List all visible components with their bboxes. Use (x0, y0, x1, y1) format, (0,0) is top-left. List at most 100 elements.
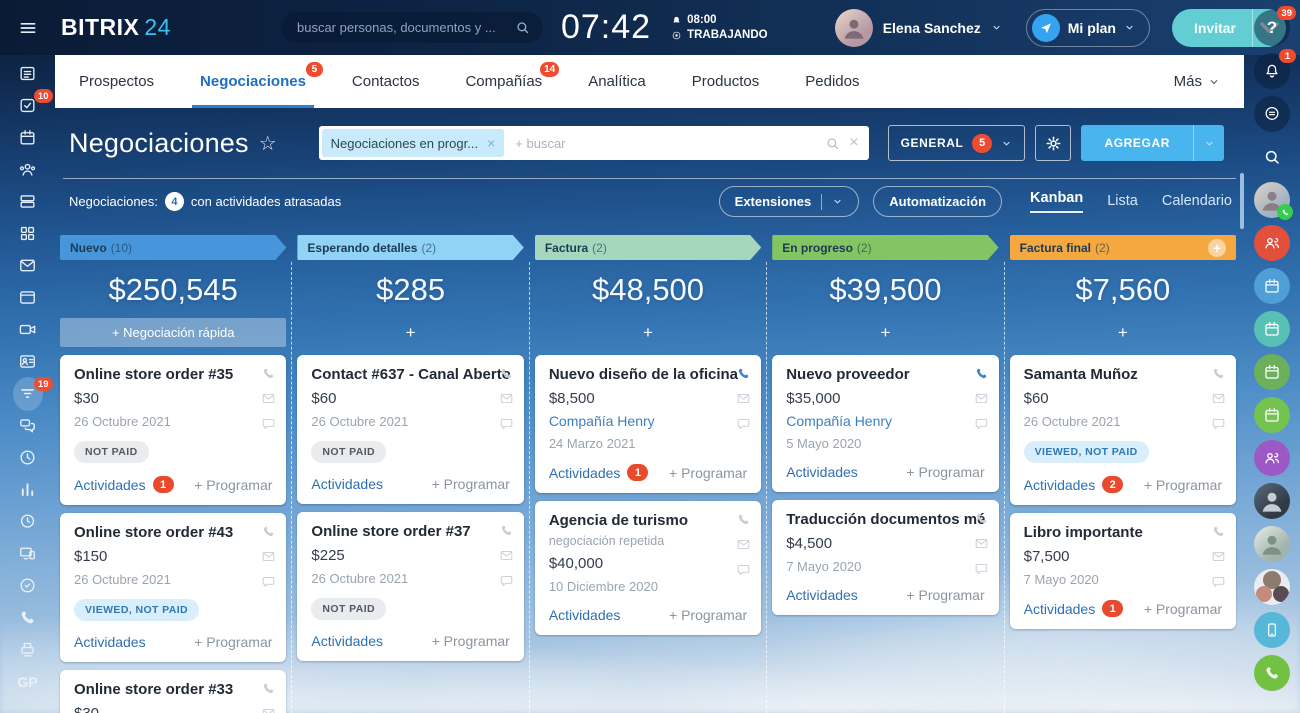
tab-mas[interactable]: Más (1174, 55, 1220, 108)
phone-icon[interactable] (974, 366, 989, 381)
sidebar-item-goals[interactable] (13, 576, 43, 595)
view-kanban[interactable]: Kanban (1030, 190, 1083, 213)
chat-bubble-icon[interactable] (261, 416, 276, 431)
filter-search-box[interactable]: Negociaciones en progr... × × (319, 126, 869, 160)
sidebar-item-worktime[interactable] (13, 512, 43, 531)
rightbar-item-calendar[interactable] (1254, 397, 1290, 433)
add-card-button[interactable]: + (772, 318, 998, 347)
envelope-icon[interactable] (736, 391, 751, 406)
schedule-link[interactable]: + Programar (194, 477, 272, 493)
add-card-button[interactable]: + (535, 318, 761, 347)
deal-card[interactable]: Online store order #43$15026 Octubre 202… (60, 513, 286, 662)
envelope-icon[interactable] (974, 391, 989, 406)
rightbar-item-help[interactable]: ?39 (1254, 10, 1290, 46)
filter-search-input[interactable] (513, 135, 816, 152)
add-card-button[interactable]: + (1010, 318, 1236, 347)
work-status-widget[interactable]: 08:00 TRABAJANDO (671, 14, 768, 41)
close-icon[interactable]: × (849, 134, 858, 152)
envelope-icon[interactable] (261, 391, 276, 406)
sidebar-item-time[interactable] (13, 448, 43, 467)
envelope-icon[interactable] (261, 549, 276, 564)
chat-bubble-icon[interactable] (499, 573, 514, 588)
deal-card[interactable]: Online store order #37$22526 Octubre 202… (297, 512, 523, 661)
rightbar-item-people[interactable] (1254, 225, 1290, 261)
rightbar-item-calendar[interactable] (1254, 311, 1290, 347)
schedule-link[interactable]: + Programar (432, 476, 510, 492)
deal-card[interactable]: Agencia de turismonegociación repetida$4… (535, 501, 761, 635)
chat-bubble-icon[interactable] (1211, 574, 1226, 589)
schedule-link[interactable]: + Programar (669, 607, 747, 623)
close-icon[interactable]: × (487, 135, 495, 151)
activities-link[interactable]: Actividades (311, 476, 383, 492)
sidebar-item-mail[interactable] (13, 256, 43, 275)
column-header[interactable]: En progreso(2) (772, 235, 998, 260)
clock[interactable]: 07:42 (561, 8, 651, 47)
tab-analitica[interactable]: Analítica (588, 55, 646, 108)
rightbar-item-chatlines[interactable] (1254, 96, 1290, 132)
deal-card[interactable]: Nuevo proveedor$35,000Compañía Henry5 Ma… (772, 355, 998, 492)
envelope-icon[interactable] (261, 706, 276, 713)
sidebar-item-messenger[interactable] (13, 416, 43, 435)
deal-card[interactable]: Libro importante$7,5007 Mayo 2020Activid… (1010, 513, 1236, 629)
schedule-link[interactable]: + Programar (432, 633, 510, 649)
sidebar-item-funnel[interactable]: 19 (13, 384, 43, 403)
tab-contactos[interactable]: Contactos (352, 55, 420, 108)
add-stage-icon[interactable]: + (1208, 239, 1226, 257)
chevron-down-icon[interactable] (991, 22, 1002, 33)
chat-bubble-icon[interactable] (736, 562, 751, 577)
deal-card[interactable]: Samanta Muñoz$6026 Octubre 2021VIEWED, N… (1010, 355, 1236, 505)
activities-link[interactable]: Actividades2 (1024, 476, 1124, 493)
schedule-link[interactable]: + Programar (1144, 477, 1222, 493)
column-header[interactable]: Esperando detalles(2) (297, 235, 523, 260)
deal-card[interactable]: Contact #637 - Canal Aberto 5$6026 Octub… (297, 355, 523, 504)
tab-prospectos[interactable]: Prospectos (79, 55, 154, 108)
sidebar-item-apps[interactable] (13, 224, 43, 243)
sidebar-item-drive[interactable] (13, 192, 43, 211)
envelope-icon[interactable] (736, 537, 751, 552)
deal-company-link[interactable]: Compañía Henry (786, 413, 984, 429)
rightbar-item-avatar[interactable] (1254, 526, 1290, 562)
activities-link[interactable]: Actividades1 (74, 476, 174, 493)
chat-bubble-icon[interactable] (736, 416, 751, 431)
tab-productos[interactable]: Productos (692, 55, 760, 108)
phone-icon[interactable] (261, 681, 276, 696)
search-icon[interactable] (825, 136, 840, 151)
phone-icon[interactable] (261, 366, 276, 381)
user-name[interactable]: Elena Sanchez (883, 20, 981, 36)
phone-icon[interactable] (974, 511, 989, 526)
sidebar-item-contacts[interactable] (13, 352, 43, 371)
settings-button[interactable] (1035, 125, 1071, 161)
quick-deal-button[interactable]: + Negociación rápida (60, 318, 286, 347)
sidebar-item-calendar[interactable] (13, 128, 43, 147)
column-header[interactable]: Factura(2) (535, 235, 761, 260)
rightbar-item-avatar[interactable] (1254, 483, 1290, 519)
group-avatar[interactable] (1254, 569, 1290, 605)
sidebar-item-telephony[interactable] (13, 608, 43, 627)
rightbar-item-people[interactable] (1254, 440, 1290, 476)
phone-icon[interactable] (1211, 524, 1226, 539)
global-search-input[interactable] (281, 12, 543, 43)
phone-icon[interactable] (499, 366, 514, 381)
envelope-icon[interactable] (1211, 549, 1226, 564)
activities-link[interactable]: Actividades1 (1024, 600, 1124, 617)
tab-pedidos[interactable]: Pedidos (805, 55, 859, 108)
sidebar-item-tasks[interactable]: 10 (13, 96, 43, 115)
user-avatar[interactable] (835, 9, 873, 47)
tab-companias[interactable]: Compañías14 (465, 55, 542, 108)
view-calendario[interactable]: Calendario (1162, 193, 1232, 211)
automation-button[interactable]: Automatización (873, 186, 1002, 217)
deal-company-link[interactable]: Compañía Henry (549, 413, 747, 429)
rightbar-item-telephony[interactable] (1254, 655, 1290, 691)
activities-link[interactable]: Actividades (549, 607, 621, 623)
filter-chip[interactable]: Negociaciones en progr... × (322, 129, 505, 157)
bitrix24-logo[interactable]: BITRIX 24 (61, 14, 171, 41)
phone-icon[interactable] (261, 524, 276, 539)
sidebar-item-devices2[interactable] (13, 640, 43, 659)
rightbar-item-search[interactable] (1254, 139, 1290, 175)
favorite-star-icon[interactable]: ☆ (259, 131, 277, 156)
activities-link[interactable]: Actividades (786, 464, 858, 480)
schedule-link[interactable]: + Programar (906, 464, 984, 480)
envelope-icon[interactable] (499, 548, 514, 563)
sidebar-item-newsfeed[interactable] (13, 64, 43, 83)
add-deal-button[interactable]: AGREGAR (1081, 125, 1224, 161)
